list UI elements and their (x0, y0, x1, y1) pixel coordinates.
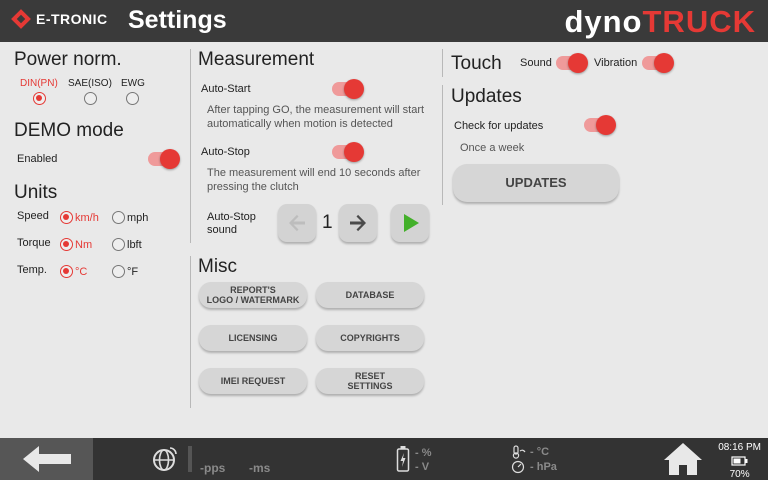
clock-battery-area: 08:16 PM 70% (718, 442, 761, 480)
demo-enabled-label: Enabled (17, 153, 58, 165)
update-frequency: Once a week (460, 142, 525, 154)
power-norm-option-ewg-label: EWG (121, 78, 145, 89)
temp-celsius-label: °C (75, 266, 88, 278)
auto-stop-label: Auto-Stop (201, 146, 250, 158)
etronic-diamond-icon (11, 9, 31, 29)
touch-vibration-toggle[interactable] (642, 53, 674, 73)
misc-title: Misc (198, 256, 238, 277)
auto-stop-description: The measurement will end 10 seconds afte… (207, 167, 421, 193)
copyrights-button[interactable]: COPYRIGHTS (316, 325, 424, 351)
check-updates-label: Check for updates (454, 120, 544, 132)
check-updates-toggle[interactable] (584, 115, 616, 135)
column-divider (190, 49, 191, 243)
brand-name: E-TRONIC (36, 11, 108, 27)
torque-label: Torque (17, 237, 51, 249)
header-bar: E-TRONIC Settings dynoTRUCK (0, 0, 768, 42)
column-divider (442, 85, 443, 205)
play-icon (404, 214, 419, 232)
device-battery-icon (730, 456, 748, 466)
temp-fahrenheit-label: °F (127, 266, 139, 278)
licensing-button[interactable]: LICENSING (199, 325, 307, 351)
auto-start-description: After tapping GO, the measurement will s… (207, 104, 425, 130)
air-pressure: - hPa (530, 461, 557, 473)
temp-fahrenheit-radio[interactable] (112, 265, 125, 278)
touch-sound-toggle[interactable] (556, 53, 588, 73)
torque-nm-radio[interactable] (60, 238, 73, 251)
sound-previous-button[interactable] (278, 204, 316, 242)
power-norm-ewg-radio[interactable] (126, 92, 139, 105)
reset-settings-button[interactable]: RESET SETTINGS (316, 368, 424, 394)
latency-ms: -ms (249, 461, 271, 475)
updates-title: Updates (451, 86, 522, 107)
demo-enabled-toggle[interactable] (148, 149, 180, 169)
signal-level-bar (188, 446, 192, 472)
power-norm-sae-radio[interactable] (84, 92, 97, 105)
speed-label: Speed (17, 210, 49, 222)
back-arrow-icon (22, 446, 71, 472)
power-norm-option-din-label: DIN(PN) (20, 78, 58, 89)
arrow-left-icon (289, 214, 305, 232)
touch-sound-label: Sound (520, 57, 552, 69)
report-logo-button[interactable]: REPORT'S LOGO / WATERMARK (199, 282, 307, 308)
column-divider (442, 49, 443, 77)
temperature-icon (512, 445, 526, 459)
device-battery-percent: 70% (729, 469, 750, 480)
speed-mph-label: mph (127, 212, 149, 224)
speed-mph-radio[interactable] (112, 211, 125, 224)
measurement-title: Measurement (198, 49, 315, 70)
power-norm-option-sae-label: SAE(ISO) (68, 78, 112, 89)
power-norm-din-radio[interactable] (33, 92, 46, 105)
etronic-brand-logo: E-TRONIC (11, 9, 108, 29)
page-title: Settings (128, 6, 227, 34)
touch-title: Touch (451, 53, 502, 74)
column-divider (190, 256, 191, 408)
status-bar: -pps -ms - % - V - °C - hPa 08:16 PM 70% (0, 438, 768, 480)
speed-kmh-label: km/h (75, 212, 99, 224)
sound-play-button[interactable] (391, 204, 429, 242)
speed-kmh-radio[interactable] (60, 211, 73, 224)
temp-celsius-radio[interactable] (60, 265, 73, 278)
sound-value: 1 (322, 212, 333, 233)
auto-start-label: Auto-Start (201, 83, 251, 95)
home-icon[interactable] (662, 441, 704, 477)
packets-per-second: -pps (200, 461, 226, 475)
ambient-temperature: - °C (530, 446, 550, 458)
network-globe-icon (153, 447, 177, 471)
arrow-right-icon (350, 214, 366, 232)
torque-lbft-radio[interactable] (112, 238, 125, 251)
imei-request-button[interactable]: IMEI REQUEST (199, 368, 307, 394)
dynotruck-logo: dynoTRUCK (564, 4, 756, 39)
battery-voltage: - V (415, 461, 430, 473)
temp-label: Temp. (17, 264, 47, 276)
pressure-icon (511, 460, 525, 474)
units-title: Units (14, 182, 58, 203)
auto-stop-toggle[interactable] (332, 142, 364, 162)
battery-percent: - % (415, 447, 432, 459)
battery-charging-icon (396, 446, 410, 472)
clock-time: 08:16 PM (718, 442, 761, 453)
power-norm-title: Power norm. (14, 49, 122, 70)
auto-start-toggle[interactable] (332, 79, 364, 99)
demo-mode-title: DEMO mode (14, 120, 124, 141)
database-button[interactable]: DATABASE (316, 282, 424, 308)
touch-vibration-label: Vibration (594, 57, 638, 69)
back-button[interactable] (0, 438, 93, 480)
auto-stop-sound-label: Auto-Stop sound (207, 211, 256, 236)
sound-next-button[interactable] (339, 204, 377, 242)
updates-button[interactable]: UPDATES (453, 164, 619, 202)
torque-lbft-label: lbft (127, 239, 142, 251)
torque-nm-label: Nm (75, 239, 93, 251)
